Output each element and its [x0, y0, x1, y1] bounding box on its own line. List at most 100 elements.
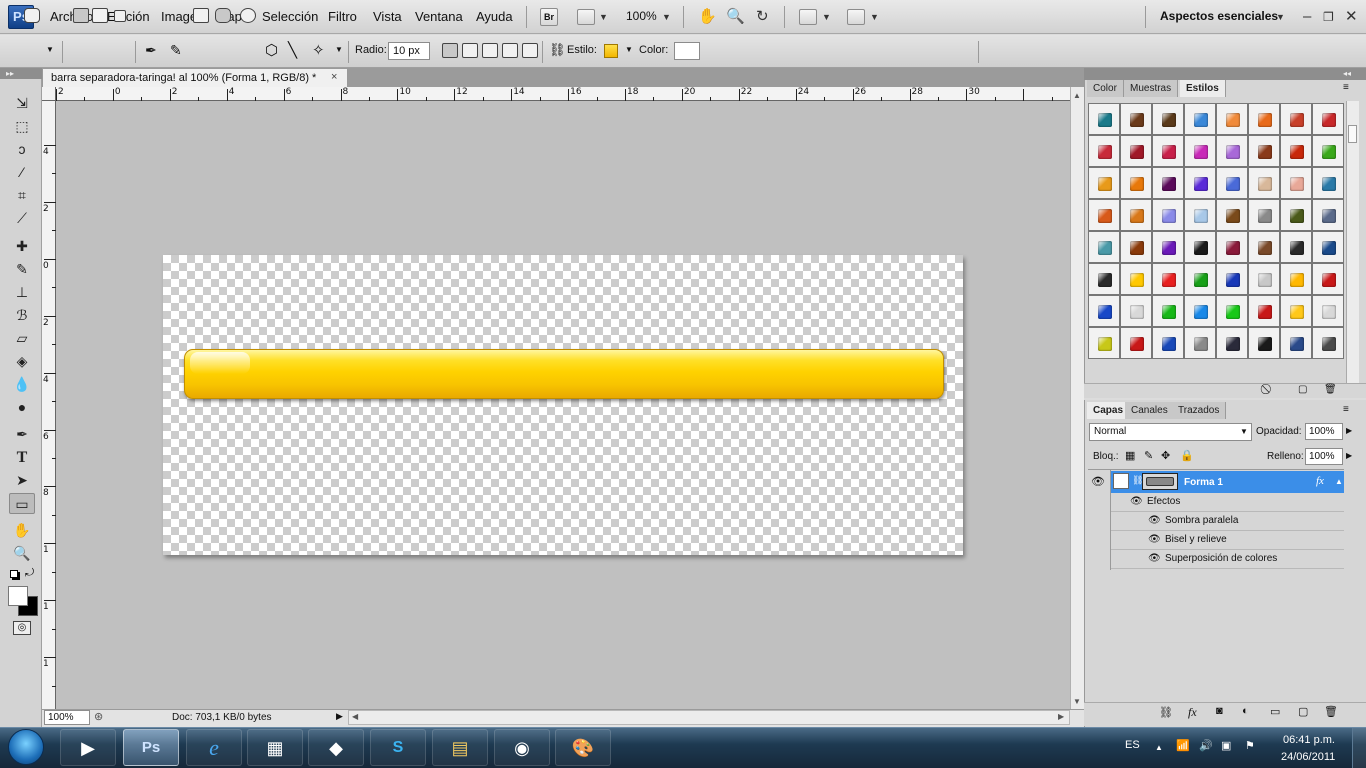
- style-swatch-item[interactable]: [1248, 327, 1280, 359]
- swap-colors-icon[interactable]: ⤾: [25, 567, 34, 580]
- style-swatch-item[interactable]: [1280, 103, 1312, 135]
- close-icon[interactable]: ✕: [1345, 8, 1358, 26]
- scroll-left-icon[interactable]: ◀: [352, 712, 358, 721]
- style-swatch-item[interactable]: [1184, 295, 1216, 327]
- pen-tool-icon[interactable]: ✒: [145, 42, 157, 59]
- new-style-icon[interactable]: ▢: [1298, 384, 1307, 395]
- tab-paths[interactable]: Trazados: [1172, 402, 1227, 419]
- rotate-view-icon[interactable]: ↻: [756, 8, 769, 26]
- style-swatch-item[interactable]: [1280, 167, 1312, 199]
- taskbar-explorer-icon[interactable]: ▤: [432, 729, 488, 766]
- style-swatch-item[interactable]: [1312, 199, 1344, 231]
- zoom-tool-icon[interactable]: 🔍: [9, 543, 35, 564]
- style-swatch-item[interactable]: [1152, 327, 1184, 359]
- style-swatch-item[interactable]: [1152, 135, 1184, 167]
- style-swatch-item[interactable]: [1120, 135, 1152, 167]
- layer-thumbnail[interactable]: [1113, 473, 1129, 489]
- workspace-switcher[interactable]: Aspectos esenciales: [1160, 9, 1278, 23]
- style-swatch-item[interactable]: [1216, 263, 1248, 295]
- style-swatch-item[interactable]: [1120, 295, 1152, 327]
- eraser-tool-icon[interactable]: ▱: [9, 328, 35, 349]
- zoom-level-menu[interactable]: 100%: [626, 9, 657, 23]
- chevron-down-icon[interactable]: ▼: [599, 8, 608, 26]
- chevron-down-icon[interactable]: ▼: [335, 45, 343, 54]
- style-swatch-item[interactable]: [1184, 263, 1216, 295]
- start-button[interactable]: [8, 729, 44, 765]
- notification-icon[interactable]: ▣: [1221, 739, 1231, 752]
- freeform-pen-icon[interactable]: ✎: [170, 42, 182, 59]
- effects-row[interactable]: [1110, 493, 1344, 512]
- style-swatch-item[interactable]: [1280, 199, 1312, 231]
- vertical-ruler[interactable]: 4 2 0 2 4 6 8 1 1 1: [42, 101, 56, 709]
- style-swatch-item[interactable]: [1248, 295, 1280, 327]
- language-indicator[interactable]: ES: [1125, 739, 1140, 751]
- layer-name[interactable]: Forma 1: [1184, 477, 1223, 488]
- screen-mode-icon[interactable]: [847, 9, 865, 25]
- close-tab-icon[interactable]: ×: [331, 68, 337, 87]
- bridge-button[interactable]: Br: [540, 8, 558, 26]
- style-swatch-item[interactable]: [1312, 103, 1344, 135]
- style-swatch-item[interactable]: [1184, 167, 1216, 199]
- path-selection-tool-icon[interactable]: ➤: [9, 470, 35, 491]
- style-swatch-item[interactable]: [1184, 135, 1216, 167]
- dodge-tool-icon[interactable]: ●: [9, 397, 35, 418]
- taskbar-chrome-icon[interactable]: ◉: [494, 729, 550, 766]
- style-swatch-item[interactable]: [1216, 167, 1248, 199]
- chevron-down-icon[interactable]: ▼: [822, 8, 831, 26]
- chevron-down-icon[interactable]: ▼: [46, 45, 54, 54]
- style-swatch-item[interactable]: [1120, 199, 1152, 231]
- effect-visibility-eye-icon[interactable]: 👁: [1148, 553, 1161, 564]
- style-swatch-item[interactable]: [1216, 295, 1248, 327]
- zoom-field[interactable]: 100%: [44, 710, 90, 725]
- vertical-scrollbar[interactable]: [1070, 87, 1084, 709]
- style-swatch-item[interactable]: [1216, 327, 1248, 359]
- color-swatch[interactable]: [674, 42, 700, 60]
- style-swatch-item[interactable]: [1088, 295, 1120, 327]
- style-swatch-item[interactable]: [1280, 327, 1312, 359]
- subtract-shape-icon[interactable]: [482, 43, 498, 58]
- style-swatch-item[interactable]: [1312, 135, 1344, 167]
- effect-drop-shadow[interactable]: Sombra paralela: [1165, 515, 1238, 526]
- opacity-slider-arrow-icon[interactable]: ▶: [1346, 426, 1352, 435]
- menu-seleccion[interactable]: Selección: [262, 9, 318, 24]
- new-group-icon[interactable]: ▭: [1270, 705, 1280, 718]
- hand-tool-icon[interactable]: ✋: [698, 8, 717, 26]
- chevron-down-icon[interactable]: ▼: [662, 8, 671, 26]
- status-menu-arrow-icon[interactable]: ▶: [336, 711, 343, 722]
- history-brush-tool-icon[interactable]: ℬ: [9, 305, 35, 326]
- effect-visibility-eye-icon[interactable]: 👁: [1148, 534, 1161, 545]
- tab-channels[interactable]: Canales: [1125, 402, 1175, 419]
- effect-row[interactable]: [1110, 531, 1344, 550]
- menu-ventana[interactable]: Ventana: [415, 9, 463, 24]
- style-swatch-item[interactable]: [1248, 167, 1280, 199]
- horizontal-scrollbar[interactable]: [348, 710, 1070, 725]
- scroll-right-icon[interactable]: ▶: [1058, 712, 1064, 721]
- clock-date[interactable]: 24/06/2011: [1281, 751, 1335, 763]
- delete-style-icon[interactable]: 🗑: [1324, 384, 1337, 395]
- clone-stamp-tool-icon[interactable]: ⊥: [9, 282, 35, 303]
- panel-menu-icon[interactable]: ≡: [1343, 82, 1349, 93]
- style-swatch-item[interactable]: [1088, 263, 1120, 295]
- scroll-up-icon[interactable]: ▲: [1073, 91, 1081, 100]
- style-swatch-item[interactable]: [1088, 231, 1120, 263]
- minimize-icon[interactable]: –: [1303, 8, 1311, 26]
- style-swatch-item[interactable]: [1216, 199, 1248, 231]
- chevron-down-icon[interactable]: ▼: [1240, 427, 1248, 436]
- line-shape-icon[interactable]: ╲: [288, 41, 297, 59]
- healing-brush-tool-icon[interactable]: ✚: [9, 236, 35, 257]
- style-swatch-item[interactable]: [1152, 199, 1184, 231]
- blur-tool-icon[interactable]: 💧: [9, 374, 35, 395]
- style-swatch-item[interactable]: [1120, 263, 1152, 295]
- style-swatch-item[interactable]: [1152, 231, 1184, 263]
- style-swatch-item[interactable]: [1184, 103, 1216, 135]
- pen-tool-icon[interactable]: ✒: [9, 424, 35, 445]
- hand-tool-icon[interactable]: ✋: [9, 520, 35, 541]
- collapse-effects-icon[interactable]: ▲: [1335, 477, 1343, 486]
- menu-filtro[interactable]: Filtro: [328, 9, 357, 24]
- crop-tool-icon[interactable]: ⌗: [9, 185, 35, 206]
- minibridge-icon[interactable]: [577, 9, 595, 25]
- scroll-down-icon[interactable]: ▼: [1073, 697, 1081, 706]
- volume-icon[interactable]: 🔊: [1199, 739, 1213, 752]
- style-swatch-item[interactable]: [1248, 199, 1280, 231]
- style-swatch-item[interactable]: [1152, 263, 1184, 295]
